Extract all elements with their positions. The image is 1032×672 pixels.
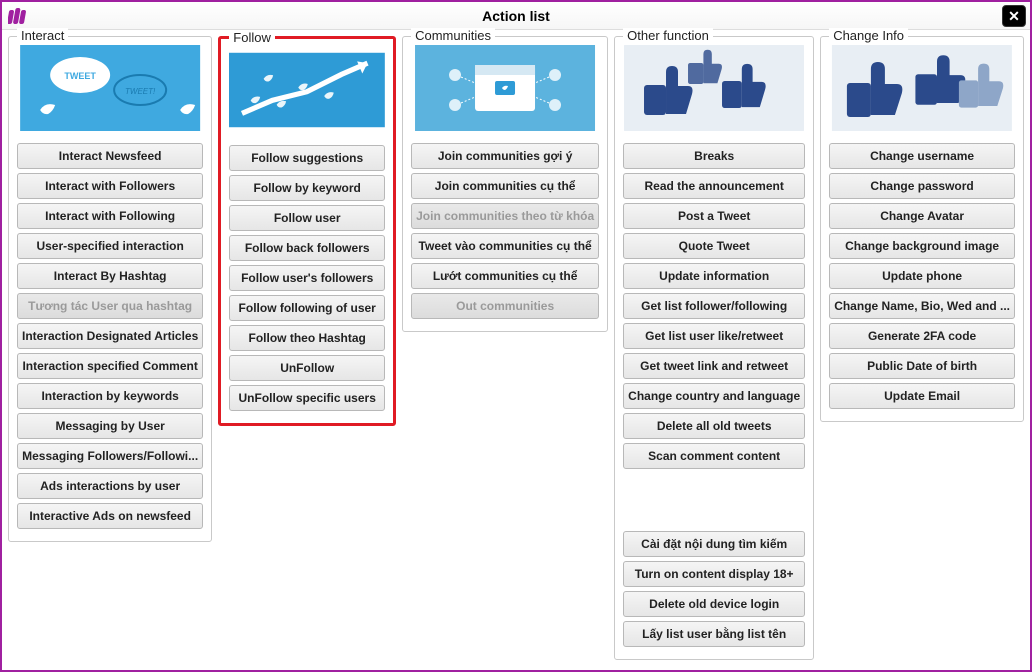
change-button-2[interactable]: Change Avatar — [829, 203, 1015, 229]
other-button-b-2[interactable]: Delete old device login — [623, 591, 805, 617]
group-interact: Interact TWEET TWEET! Interact NewsfeedI… — [8, 36, 212, 542]
interact-button-0[interactable]: Interact Newsfeed — [17, 143, 203, 169]
interact-button-8[interactable]: Interaction by keywords — [17, 383, 203, 409]
window-title: Action list — [482, 8, 550, 24]
other-button-b-3[interactable]: Lấy list user bằng list tên — [623, 621, 805, 647]
close-icon: ✕ — [1008, 8, 1020, 25]
follow-button-0[interactable]: Follow suggestions — [229, 145, 385, 171]
interact-button-11[interactable]: Ads interactions by user — [17, 473, 203, 499]
communities-button-2: Join communities theo từ khóa — [411, 203, 599, 229]
group-follow: Follow Follow suggestionsFollow by keywo… — [218, 36, 396, 426]
change-thumbnail — [829, 45, 1015, 131]
titlebar: Action list ✕ — [2, 2, 1030, 30]
other-buttons-top: Breaks Read the announcement Post a Tweet Q… — [623, 143, 805, 469]
follow-buttons: Follow suggestions Follow by keyword Follo… — [229, 145, 385, 411]
other-button-3[interactable]: Quote Tweet — [623, 233, 805, 259]
interact-button-4[interactable]: Interact By Hashtag — [17, 263, 203, 289]
group-change: Change Info Change usernameChange passwo… — [820, 36, 1024, 422]
other-button-1[interactable]: Read the announcement — [623, 173, 805, 199]
other-button-0[interactable]: Breaks — [623, 143, 805, 169]
interact-button-1[interactable]: Interact with Followers — [17, 173, 203, 199]
follow-thumbnail — [229, 47, 385, 133]
content-area: Interact TWEET TWEET! Interact NewsfeedI… — [2, 30, 1030, 670]
change-button-7[interactable]: Public Date of birth — [829, 353, 1015, 379]
change-button-8[interactable]: Update Email — [829, 383, 1015, 409]
follow-button-5[interactable]: Follow following of user — [229, 295, 385, 321]
follow-button-7[interactable]: UnFollow — [229, 355, 385, 381]
other-button-8[interactable]: Change country and language — [623, 383, 805, 409]
interact-button-7[interactable]: Interaction specified Comment — [17, 353, 203, 379]
other-button-2[interactable]: Post a Tweet — [623, 203, 805, 229]
interact-button-2[interactable]: Interact with Following — [17, 203, 203, 229]
app-logo-icon — [8, 6, 28, 26]
other-button-10[interactable]: Scan comment content — [623, 443, 805, 469]
change-button-1[interactable]: Change password — [829, 173, 1015, 199]
interact-button-5: Tương tác User qua hashtag — [17, 293, 203, 319]
communities-buttons: Join communities gợi ý Join communities c… — [411, 143, 599, 319]
other-button-5[interactable]: Get list follower/following — [623, 293, 805, 319]
other-button-6[interactable]: Get list user like/retweet — [623, 323, 805, 349]
other-gap — [623, 473, 805, 531]
follow-button-3[interactable]: Follow back followers — [229, 235, 385, 261]
group-other: Other function BreaksRead the announceme… — [614, 36, 814, 660]
interact-button-9[interactable]: Messaging by User — [17, 413, 203, 439]
other-thumbnail — [623, 45, 805, 131]
interact-thumbnail: TWEET TWEET! — [17, 45, 203, 131]
group-title-communities: Communities — [411, 28, 495, 43]
group-title-other: Other function — [623, 28, 713, 43]
change-button-6[interactable]: Generate 2FA code — [829, 323, 1015, 349]
interact-button-10[interactable]: Messaging Followers/Followi... — [17, 443, 203, 469]
change-buttons: Change username Change password Change Ava… — [829, 143, 1015, 409]
change-button-0[interactable]: Change username — [829, 143, 1015, 169]
interact-buttons: Interact Newsfeed Interact with Followers… — [17, 143, 203, 529]
follow-button-2[interactable]: Follow user — [229, 205, 385, 231]
change-button-3[interactable]: Change background image — [829, 233, 1015, 259]
interact-button-6[interactable]: Interaction Designated Articles — [17, 323, 203, 349]
communities-button-5: Out communities — [411, 293, 599, 319]
svg-text:TWEET: TWEET — [64, 71, 96, 81]
svg-text:TWEET!: TWEET! — [125, 87, 156, 96]
other-button-7[interactable]: Get tweet link and retweet — [623, 353, 805, 379]
other-button-9[interactable]: Delete all old tweets — [623, 413, 805, 439]
group-title-change: Change Info — [829, 28, 908, 43]
change-button-5[interactable]: Change Name, Bio, Wed and ... — [829, 293, 1015, 319]
communities-button-4[interactable]: Lướt communities cụ thể — [411, 263, 599, 289]
other-button-b-1[interactable]: Turn on content display 18+ — [623, 561, 805, 587]
follow-button-4[interactable]: Follow user's followers — [229, 265, 385, 291]
group-title-follow: Follow — [229, 30, 275, 45]
group-title-interact: Interact — [17, 28, 68, 43]
communities-button-1[interactable]: Join communities cụ thể — [411, 173, 599, 199]
communities-button-3[interactable]: Tweet vào communities cụ thể — [411, 233, 599, 259]
interact-button-3[interactable]: User-specified interaction — [17, 233, 203, 259]
other-button-b-0[interactable]: Cài đặt nội dung tìm kiếm — [623, 531, 805, 557]
other-button-4[interactable]: Update information — [623, 263, 805, 289]
follow-button-1[interactable]: Follow by keyword — [229, 175, 385, 201]
follow-button-6[interactable]: Follow theo Hashtag — [229, 325, 385, 351]
follow-button-8[interactable]: UnFollow specific users — [229, 385, 385, 411]
interact-button-12[interactable]: Interactive Ads on newsfeed — [17, 503, 203, 529]
communities-button-0[interactable]: Join communities gợi ý — [411, 143, 599, 169]
change-button-4[interactable]: Update phone — [829, 263, 1015, 289]
action-list-window: Action list ✕ Interact TWEET TWEET! Inte… — [0, 0, 1032, 672]
communities-thumbnail — [411, 45, 599, 131]
other-buttons-bottom: Cài đặt nội dung tìm kiếm Turn on content… — [623, 531, 805, 647]
group-communities: Communities Join communities gợi ýJoin c… — [402, 36, 608, 332]
close-button[interactable]: ✕ — [1002, 5, 1026, 27]
